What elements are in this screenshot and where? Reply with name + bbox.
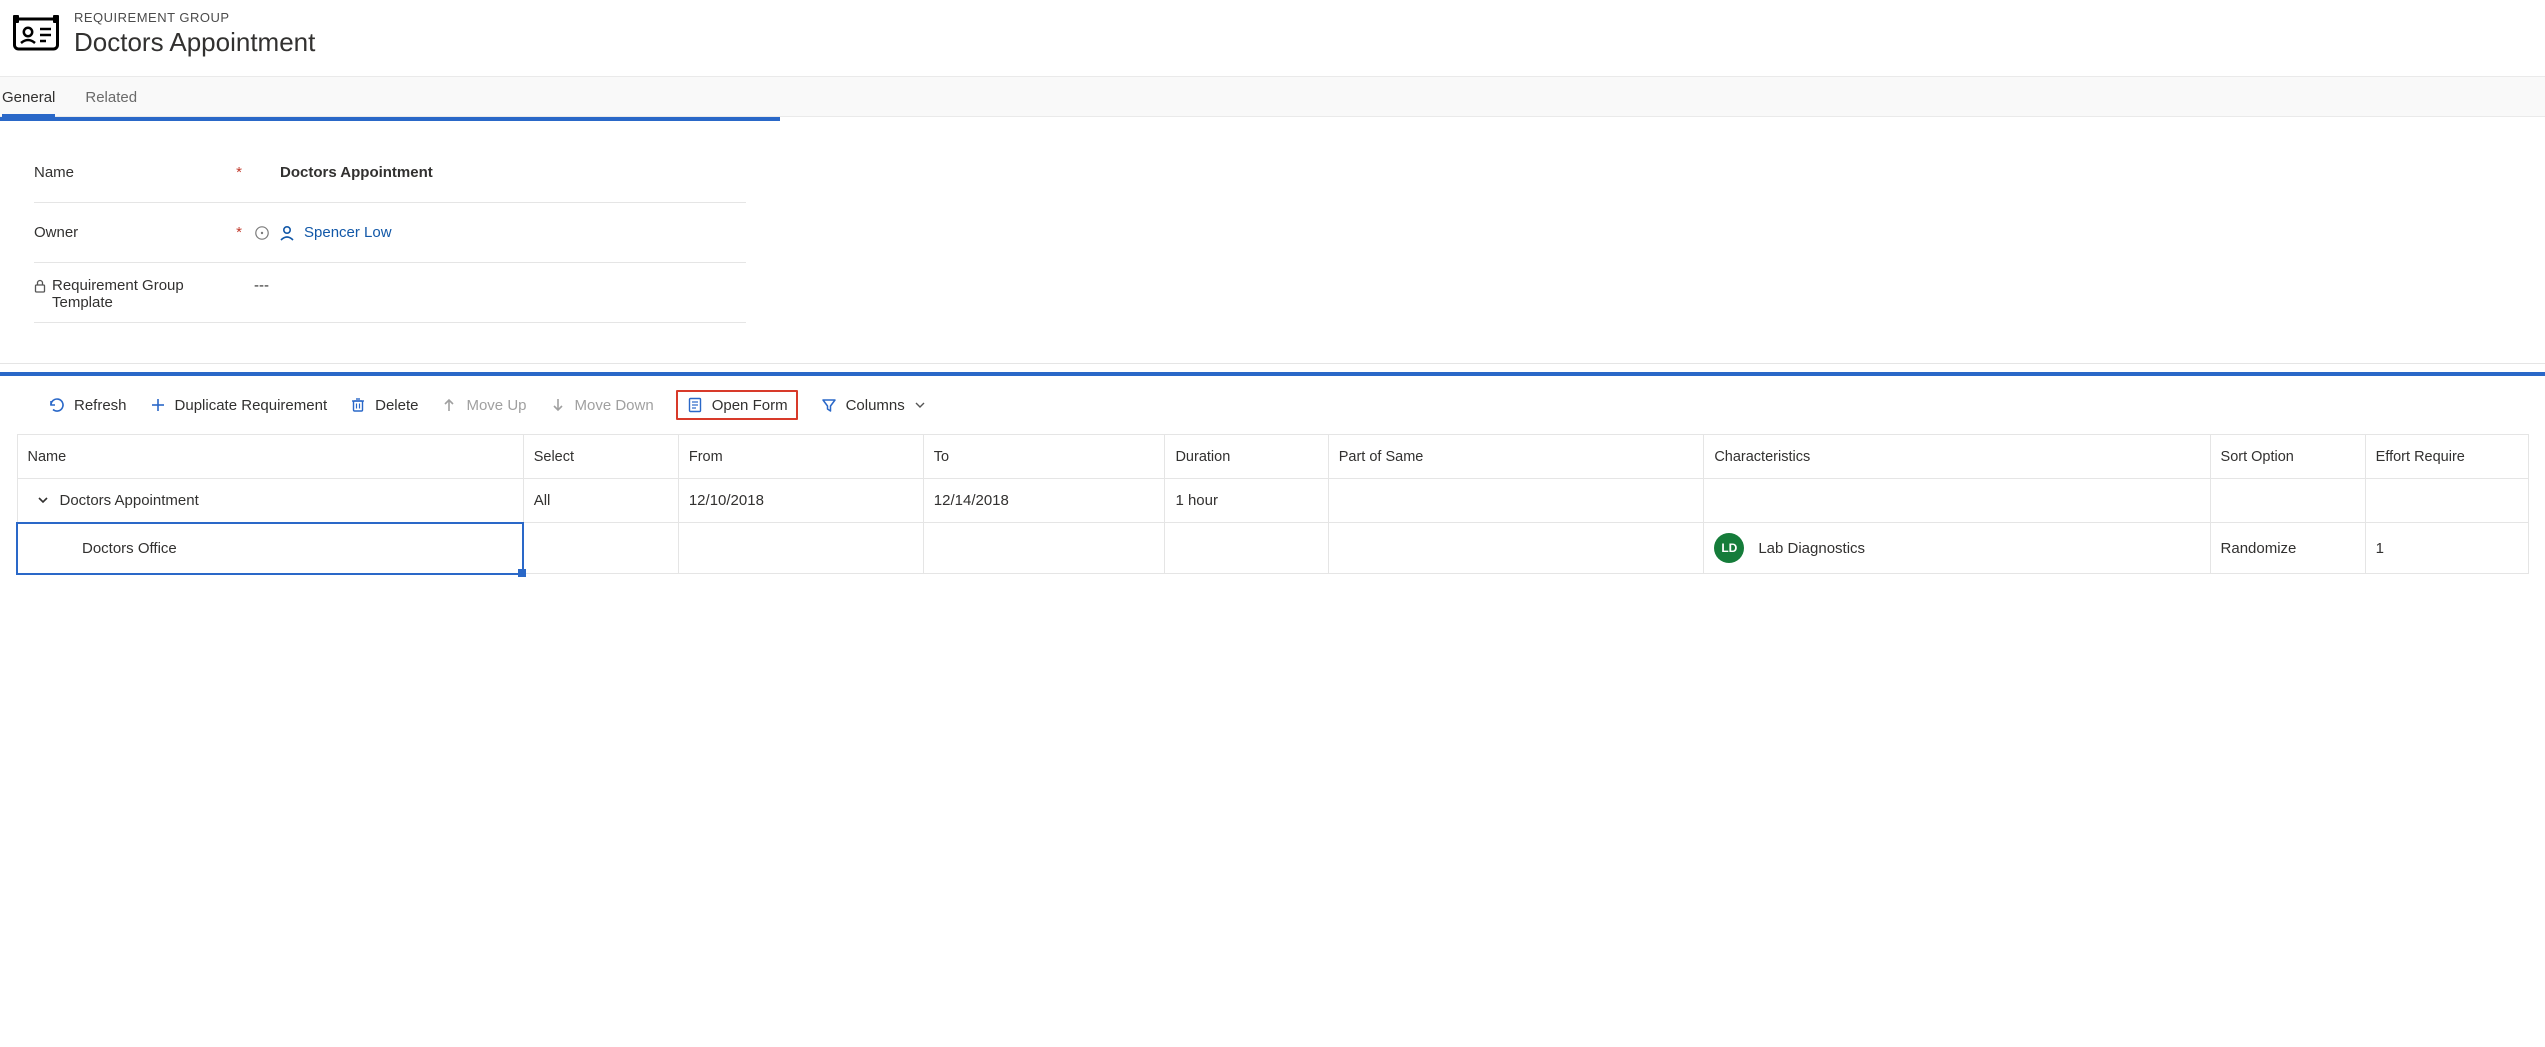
- cell-sort[interactable]: Randomize: [2210, 523, 2365, 574]
- cell-effort[interactable]: 1: [2365, 523, 2528, 574]
- col-header-from[interactable]: From: [678, 435, 923, 479]
- cell-select[interactable]: [523, 523, 678, 574]
- cell-duration[interactable]: 1 hour: [1165, 479, 1328, 523]
- field-label-owner: Owner: [34, 224, 224, 241]
- requirements-grid: Name Select From To Duration Part of Sam…: [16, 434, 2529, 575]
- cell-name[interactable]: Doctors Appointment: [17, 479, 523, 523]
- cell-duration[interactable]: [1165, 523, 1328, 574]
- cell-select[interactable]: All: [523, 479, 678, 523]
- cell-to[interactable]: 12/14/2018: [923, 479, 1165, 523]
- refresh-icon: [48, 396, 66, 414]
- cell-part[interactable]: [1328, 479, 1704, 523]
- plus-icon: [149, 396, 167, 414]
- field-label-name: Name: [34, 164, 224, 181]
- columns-button[interactable]: Columns: [820, 396, 927, 414]
- chevron-down-icon: [913, 398, 927, 412]
- cell-from[interactable]: 12/10/2018: [678, 479, 923, 523]
- field-row-name: Name * Doctors Appointment: [34, 143, 746, 203]
- form-icon: [686, 396, 704, 414]
- grid-row[interactable]: Doctors Appointment All 12/10/2018 12/14…: [17, 479, 2529, 523]
- field-row-owner: Owner * Spencer Low: [34, 203, 746, 263]
- col-header-effort[interactable]: Effort Require: [2365, 435, 2528, 479]
- arrow-up-icon: [440, 396, 458, 414]
- entity-label: REQUIREMENT GROUP: [74, 10, 315, 25]
- avatar: LD: [1714, 533, 1744, 563]
- tab-related[interactable]: Related: [85, 77, 137, 116]
- delete-button[interactable]: Delete: [349, 396, 418, 414]
- cell-effort[interactable]: [2365, 479, 2528, 523]
- owner-link[interactable]: Spencer Low: [304, 224, 392, 241]
- entity-icon: [12, 12, 60, 56]
- col-header-characteristics[interactable]: Characteristics: [1704, 435, 2210, 479]
- move-down-button: Move Down: [549, 396, 654, 414]
- field-label-template: Requirement Group Template: [34, 277, 224, 311]
- col-header-to[interactable]: To: [923, 435, 1165, 479]
- grid-toolbar: Refresh Duplicate Requirement Delete Mov…: [0, 376, 2545, 434]
- person-icon: [278, 224, 296, 242]
- arrow-down-icon: [549, 396, 567, 414]
- col-header-duration[interactable]: Duration: [1165, 435, 1328, 479]
- lock-icon: [34, 279, 46, 297]
- grid-row[interactable]: Doctors Office LD Lab Diagnostics R: [17, 523, 2529, 574]
- col-header-name[interactable]: Name: [17, 435, 523, 479]
- field-value-name[interactable]: Doctors Appointment: [280, 164, 433, 181]
- tab-general[interactable]: General: [2, 77, 55, 116]
- filter-icon: [820, 396, 838, 414]
- cell-sort[interactable]: [2210, 479, 2365, 523]
- field-row-template: Requirement Group Template ---: [34, 263, 746, 323]
- cell-characteristics[interactable]: LD Lab Diagnostics: [1704, 523, 2210, 574]
- cell-name-selected[interactable]: Doctors Office: [17, 523, 523, 574]
- col-header-select[interactable]: Select: [523, 435, 678, 479]
- required-mark: *: [232, 164, 246, 181]
- trash-icon: [349, 396, 367, 414]
- chevron-down-icon[interactable]: [36, 493, 50, 507]
- page-title: Doctors Appointment: [74, 27, 315, 58]
- page-header: REQUIREMENT GROUP Doctors Appointment: [0, 0, 2545, 76]
- cell-characteristics[interactable]: [1704, 479, 2210, 523]
- grid-header-row: Name Select From To Duration Part of Sam…: [17, 435, 2529, 479]
- tab-bar: General Related: [0, 76, 2545, 117]
- cell-from[interactable]: [678, 523, 923, 574]
- required-mark: *: [232, 224, 246, 241]
- move-up-button: Move Up: [440, 396, 526, 414]
- info-icon: [254, 225, 270, 241]
- refresh-button[interactable]: Refresh: [48, 396, 127, 414]
- col-header-part[interactable]: Part of Same: [1328, 435, 1704, 479]
- open-form-button[interactable]: Open Form: [676, 390, 798, 420]
- cell-part[interactable]: [1328, 523, 1704, 574]
- col-header-sort[interactable]: Sort Option: [2210, 435, 2365, 479]
- cell-to[interactable]: [923, 523, 1165, 574]
- field-value-template: ---: [254, 277, 269, 294]
- duplicate-button[interactable]: Duplicate Requirement: [149, 396, 328, 414]
- form-section: Name * Doctors Appointment Owner * Spenc…: [0, 117, 2545, 575]
